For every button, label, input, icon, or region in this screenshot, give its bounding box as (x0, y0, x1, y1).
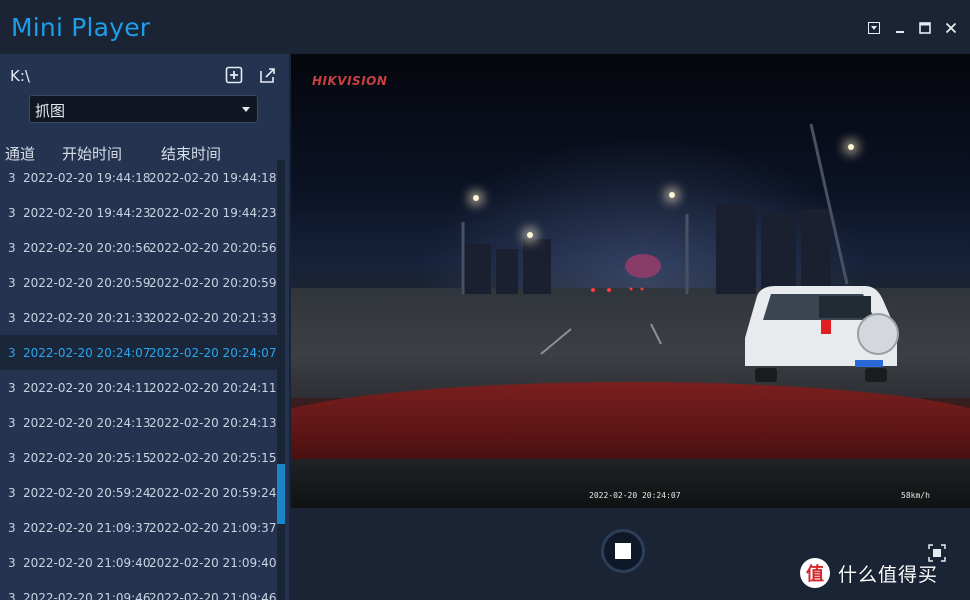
row-start-time: 2022-02-20 20:24:07 (23, 346, 151, 360)
title-bar: Mini Player (0, 0, 970, 54)
current-path: K:\ (10, 67, 30, 85)
row-start-time: 2022-02-20 21:09:37 (23, 521, 151, 535)
table-row[interactable]: 3 2022-02-20 20:24:11 2022-02-20 20:24:11 (0, 370, 277, 405)
row-end-time: 2022-02-20 21:09:37 (149, 521, 277, 535)
row-end-time: 2022-02-20 19:44:23 (149, 206, 277, 220)
osd-timestamp: 2022-02-20 20:24:07 (589, 491, 681, 500)
capture-mode-value: 抓图 (35, 102, 66, 120)
row-start-time: 2022-02-20 20:24:11 (23, 381, 151, 395)
dashboard (291, 459, 970, 508)
row-end-time: 2022-02-20 20:59:24 (149, 486, 277, 500)
close-icon[interactable] (943, 20, 959, 36)
hikvision-watermark: HIKVISION (312, 74, 388, 88)
export-icon[interactable] (259, 66, 277, 84)
row-channel: 3 (8, 241, 16, 255)
row-channel: 3 (8, 521, 16, 535)
row-start-time: 2022-02-20 20:21:33 (23, 311, 151, 325)
row-end-time: 2022-02-20 20:20:56 (149, 241, 277, 255)
row-start-time: 2022-02-20 20:24:13 (23, 416, 151, 430)
menu-down-icon[interactable] (866, 20, 882, 36)
row-channel: 3 (8, 591, 16, 600)
row-start-time: 2022-02-20 21:09:46 (23, 591, 151, 600)
capture-mode-select[interactable]: 抓图 (29, 95, 258, 123)
table-row[interactable]: 3 2022-02-20 20:25:15 2022-02-20 20:25:15 (0, 440, 277, 475)
table-row[interactable]: 3 2022-02-20 20:59:24 2022-02-20 20:59:24 (0, 475, 277, 510)
row-end-time: 2022-02-20 20:24:13 (149, 416, 277, 430)
row-channel: 3 (8, 416, 16, 430)
row-end-time: 2022-02-20 20:24:11 (149, 381, 277, 395)
minimize-icon[interactable] (892, 20, 908, 36)
stop-icon (615, 543, 631, 559)
maximize-icon[interactable] (917, 20, 933, 36)
row-end-time: 2022-02-20 21:09:40 (149, 556, 277, 570)
scrollbar-thumb[interactable] (277, 464, 285, 524)
table-row[interactable]: 3 2022-02-20 19:44:23 2022-02-20 19:44:23 (0, 195, 277, 230)
table-row[interactable]: 3 2022-02-20 19:44:18 2022-02-20 19:44:18 (0, 160, 277, 195)
table-row[interactable]: 3 2022-02-20 20:24:13 2022-02-20 20:24:13 (0, 405, 277, 440)
table-row[interactable]: 3 2022-02-20 20:21:33 2022-02-20 20:21:33 (0, 300, 277, 335)
row-channel: 3 (8, 346, 16, 360)
row-end-time: 2022-02-20 20:24:07 (149, 346, 277, 360)
row-channel: 3 (8, 381, 16, 395)
video-frame: HIKVISION 2022-02-20 20:24:07 58km/h (291, 54, 970, 508)
row-channel: 3 (8, 451, 16, 465)
add-icon[interactable] (225, 66, 243, 84)
streetlight (669, 192, 675, 198)
stop-button[interactable] (601, 529, 645, 573)
record-list: 3 2022-02-20 19:44:18 2022-02-20 19:44:18 3… (0, 160, 277, 600)
streetlight (848, 144, 854, 150)
table-row[interactable]: 3 2022-02-20 21:09:40 2022-02-20 21:09:40 (0, 545, 277, 580)
row-channel: 3 (8, 311, 16, 325)
row-start-time: 2022-02-20 20:25:15 (23, 451, 151, 465)
row-channel: 3 (8, 556, 16, 570)
row-channel: 3 (8, 276, 16, 290)
streetlight (527, 232, 533, 238)
row-channel: 3 (8, 486, 16, 500)
row-end-time: 2022-02-20 19:44:18 (149, 171, 277, 185)
chevron-down-icon (242, 107, 250, 112)
table-row[interactable]: 3 2022-02-20 20:24:07 2022-02-20 20:24:07 (0, 335, 277, 370)
row-end-time: 2022-02-20 21:09:46 (149, 591, 277, 600)
row-start-time: 2022-02-20 21:09:40 (23, 556, 151, 570)
brand-logo: 值 (800, 558, 830, 588)
file-sidebar: K:\ 抓图 通道 开始时间 结束时间 3 2022-02-20 19:44:18… (0, 54, 289, 600)
scrollbar[interactable] (277, 160, 285, 600)
row-start-time: 2022-02-20 20:20:56 (23, 241, 151, 255)
osd-speed: 58km/h (901, 491, 930, 500)
row-start-time: 2022-02-20 20:59:24 (23, 486, 151, 500)
brand-text: 什么值得买 (838, 563, 939, 586)
table-row[interactable]: 3 2022-02-20 20:20:59 2022-02-20 20:20:59 (0, 265, 277, 300)
row-start-time: 2022-02-20 20:20:59 (23, 276, 151, 290)
streetlight (473, 195, 479, 201)
suv-vehicle (745, 286, 899, 382)
row-end-time: 2022-02-20 20:21:33 (149, 311, 277, 325)
table-row[interactable]: 3 2022-02-20 20:20:56 2022-02-20 20:20:56 (0, 230, 277, 265)
row-end-time: 2022-02-20 20:20:59 (149, 276, 277, 290)
row-start-time: 2022-02-20 19:44:23 (23, 206, 151, 220)
row-start-time: 2022-02-20 19:44:18 (23, 171, 151, 185)
brand-watermark: 值 什么值得买 (800, 557, 938, 589)
row-channel: 3 (8, 206, 16, 220)
row-channel: 3 (8, 171, 16, 185)
table-row[interactable]: 3 2022-02-20 21:09:37 2022-02-20 21:09:37 (0, 510, 277, 545)
app-title: Mini Player (11, 13, 151, 42)
table-row[interactable]: 3 2022-02-20 21:09:46 2022-02-20 21:09:46 (0, 580, 277, 600)
row-end-time: 2022-02-20 20:25:15 (149, 451, 277, 465)
